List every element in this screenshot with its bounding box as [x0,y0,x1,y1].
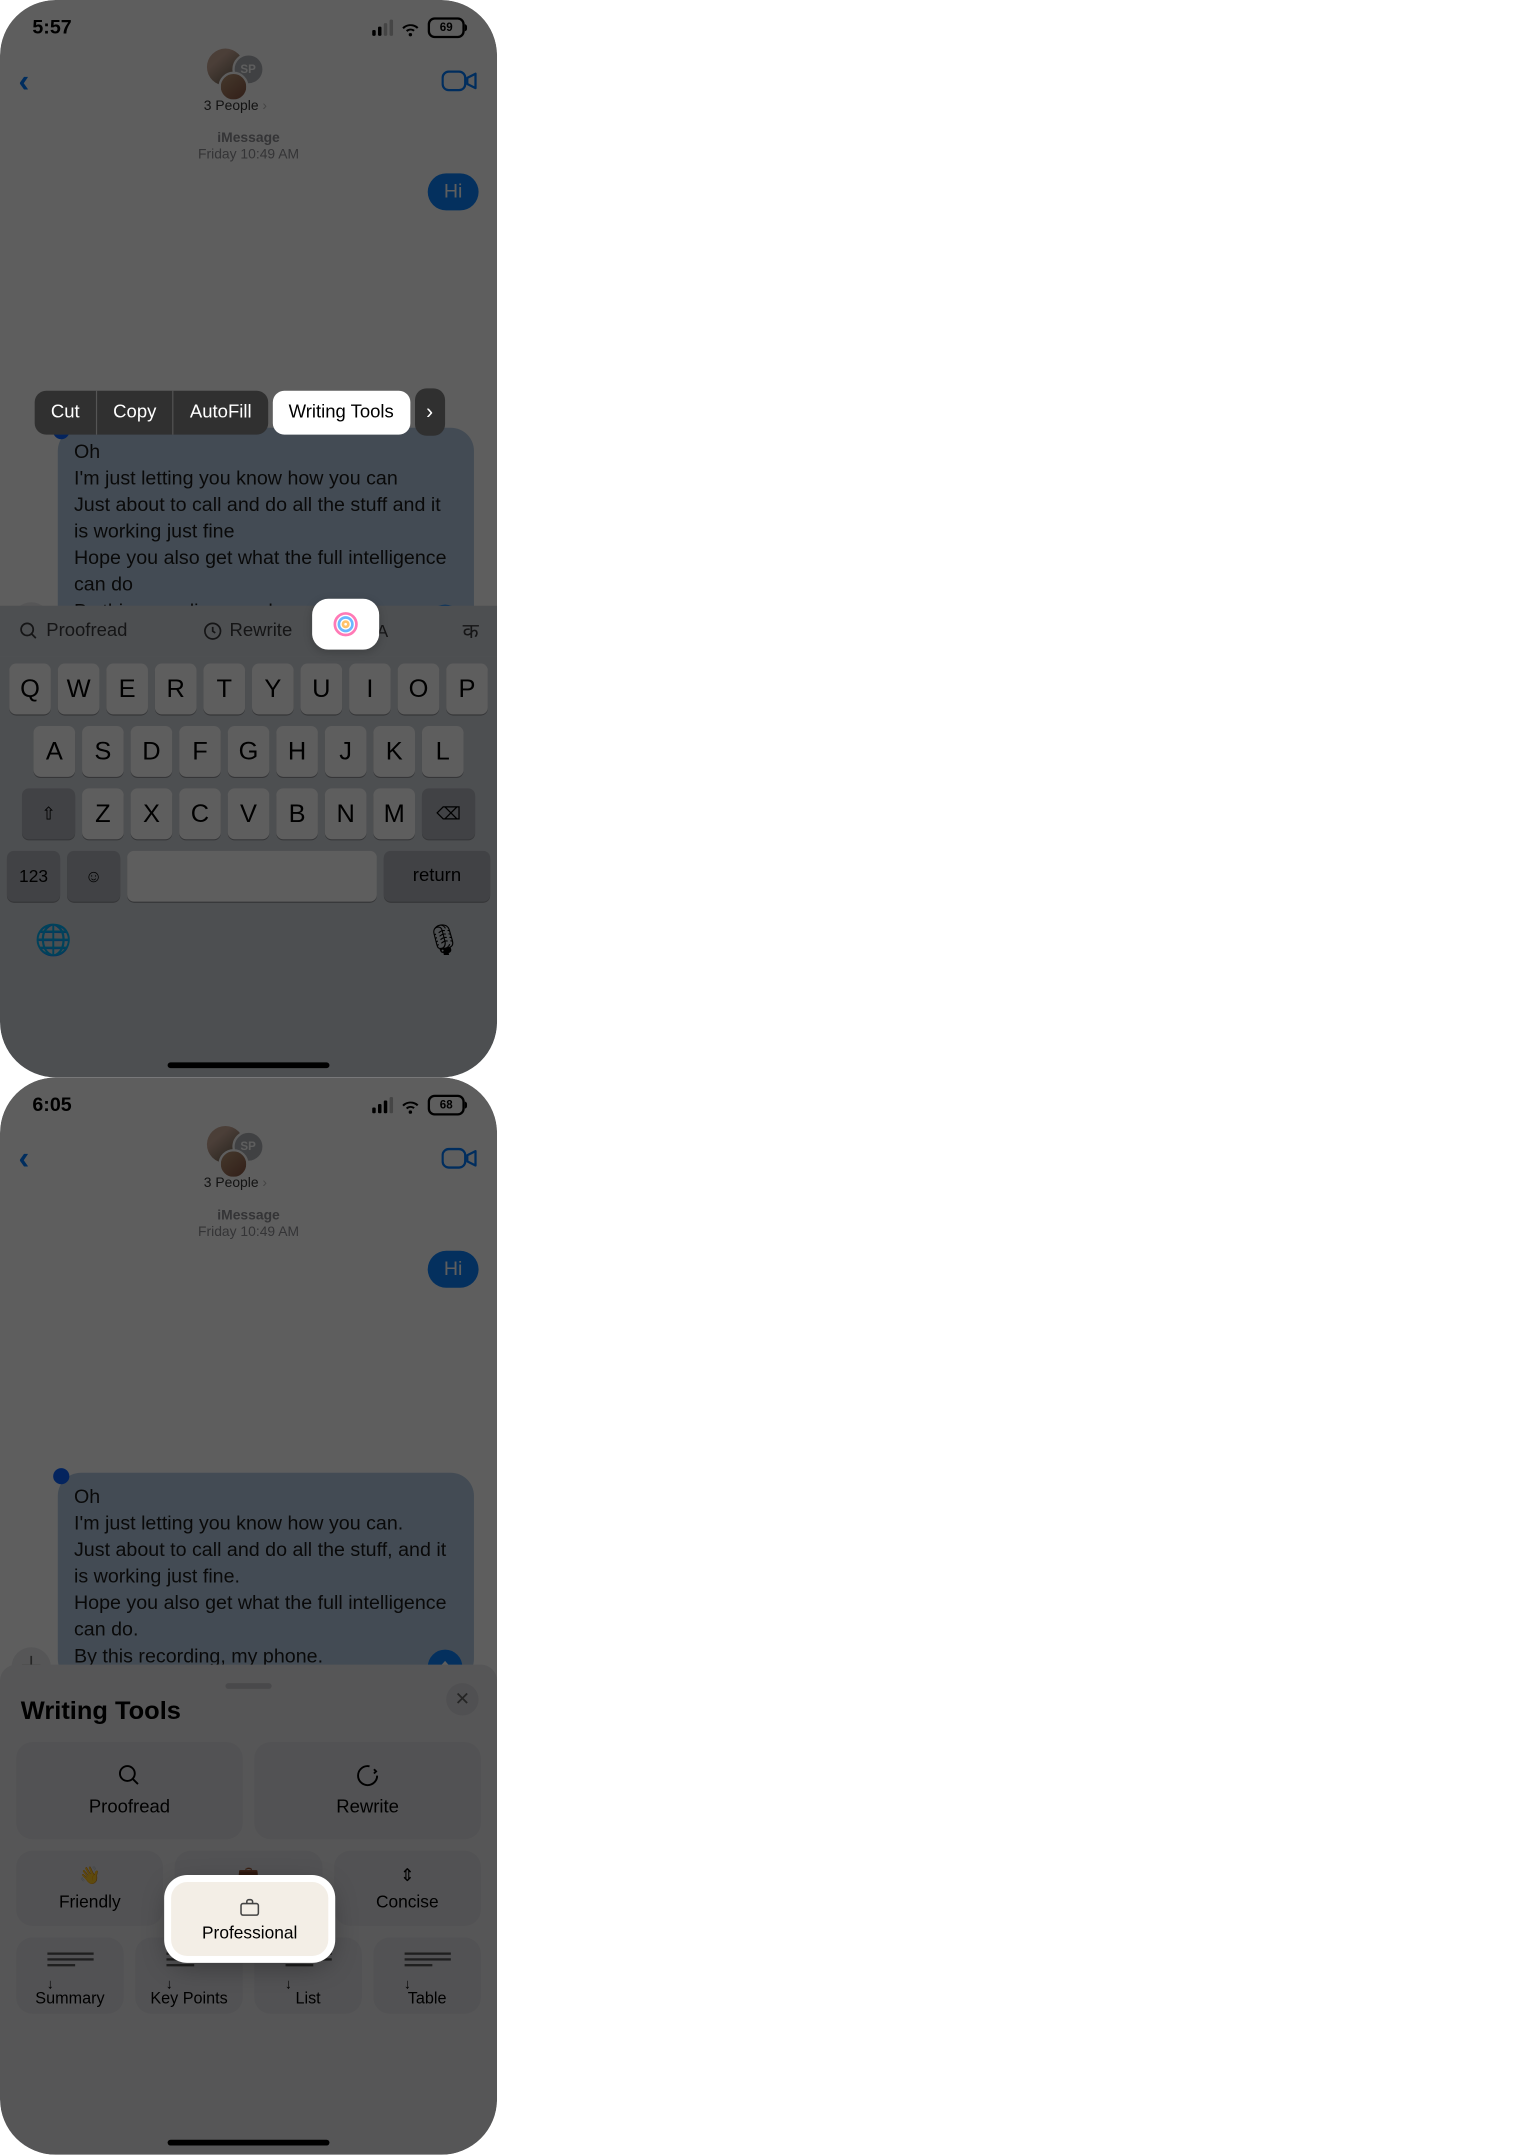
contact-header[interactable]: SP 3 People [204,1126,267,1191]
keyboard[interactable]: QWERTYUIOP ASDFGHJKL ⇧ ZXCVBNM ⌫ 123 ☺ r… [0,657,497,1078]
globe-icon[interactable]: 🌐 [35,922,72,958]
friendly-card[interactable]: 👋Friendly [16,1851,163,1926]
rewrite-chip[interactable]: Rewrite [202,621,292,642]
compose-selected-text[interactable]: Oh I'm just letting you know how you can… [58,1473,474,1682]
screen-2: 6:05 68 ‹ SP 3 People iMessageFriday 10:… [0,1077,497,2154]
return-key: return [384,851,490,902]
battery-icon: 68 [428,1095,465,1116]
concise-card[interactable]: ⇕Concise [334,1851,481,1926]
screen-1: 5:57 69 ‹ SP 3 People iMessageFriday 10:… [0,0,497,1077]
language-icon[interactable]: क [463,617,479,645]
home-indicator[interactable] [168,2140,330,2146]
time: 6:05 [32,1094,71,1117]
cellular-icon [372,20,393,36]
dictate-icon[interactable]: 🎙 [424,922,462,958]
close-button[interactable]: ✕ [446,1683,478,1715]
facetime-button[interactable] [442,68,479,93]
concise-icon: ⇕ [400,1865,415,1886]
menu-cut[interactable]: Cut [35,390,97,434]
outgoing-message: Hi [428,1251,479,1288]
menu-copy[interactable]: Copy [97,390,174,434]
facetime-button[interactable] [442,1146,479,1171]
screen-3: 6:09 69 ‹ SP 3 People iMessageFriday 10:… [0,2155,497,2156]
back-button[interactable]: ‹ [18,1140,29,1177]
proofread-chip[interactable]: Proofread [18,621,127,642]
menu-writing-tools[interactable]: Writing Tools [272,390,410,434]
text-selection-menu: Cut Copy AutoFill Writing Tools › [35,388,445,435]
status-bar: 6:05 68 [0,1077,497,1116]
table-card[interactable]: ↓Table [373,1937,481,2013]
keyboard-suggestions: Proofread Rewrite ≡A क [0,606,497,657]
wave-icon: 👋 [79,1865,101,1886]
outgoing-message: Hi [428,173,479,210]
shift-key: ⇧ [22,788,75,839]
avatar [218,72,248,102]
proofread-card[interactable]: Proofread [16,1742,243,1839]
emoji-key: ☺ [67,851,120,902]
numbers-key: 123 [7,851,60,902]
home-indicator[interactable] [168,1062,330,1068]
selection-handle-icon[interactable] [53,1468,69,1484]
space-key [127,851,377,902]
nav-bar: ‹ SP 3 People [0,1117,497,1196]
sheet-title: Writing Tools [21,1696,476,1726]
cellular-icon [372,1097,393,1113]
menu-autofill[interactable]: AutoFill [174,390,268,434]
contact-header[interactable]: SP 3 People [204,49,267,114]
wifi-icon [400,17,421,38]
menu-more-icon[interactable]: › [415,388,445,435]
rewrite-card[interactable]: Rewrite [254,1742,481,1839]
battery-icon: 69 [428,17,465,38]
sheet-grabber[interactable] [225,1683,271,1689]
summary-card[interactable]: ↓Summary [16,1937,124,2013]
time: 5:57 [32,16,71,39]
professional-card-highlight[interactable]: Professional [171,1882,328,1956]
apple-intelligence-button[interactable] [312,599,379,650]
backspace-key: ⌫ [422,788,475,839]
nav-bar: ‹ SP 3 People [0,39,497,118]
wifi-icon [400,1095,421,1116]
back-button[interactable]: ‹ [18,62,29,99]
timestamp: iMessageFriday 10:49 AM [0,129,497,161]
status-bar: 5:57 69 [0,0,497,39]
status-bar: 6:09 69 [0,2155,497,2156]
briefcase-icon [237,1895,262,1918]
